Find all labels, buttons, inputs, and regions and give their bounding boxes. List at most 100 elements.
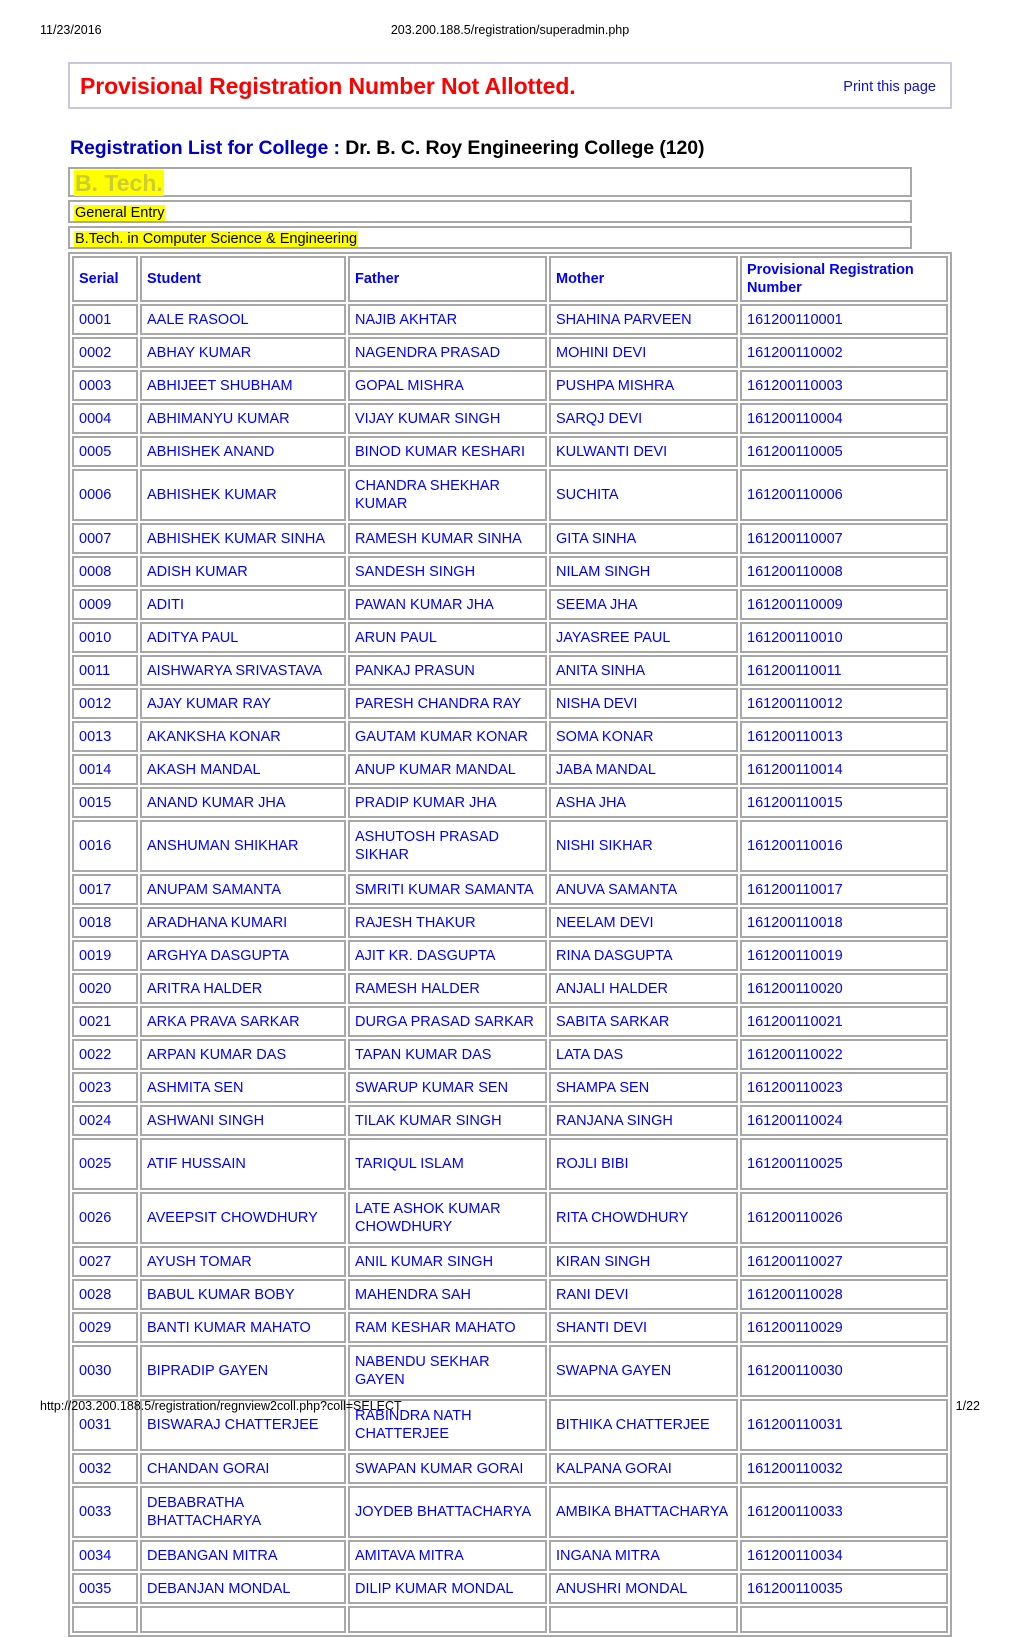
cell-prn: 161200110002 bbox=[740, 337, 948, 368]
cell-mother: SUCHITA bbox=[549, 469, 738, 521]
cell-father: PAWAN KUMAR JHA bbox=[348, 589, 547, 620]
cell-serial: 0024 bbox=[72, 1105, 138, 1136]
cell-father: RAMESH HALDER bbox=[348, 973, 547, 1004]
cell-father: GOPAL MISHRA bbox=[348, 370, 547, 401]
cell-father: BINOD KUMAR KESHARI bbox=[348, 436, 547, 467]
cell-prn: 161200110033 bbox=[740, 1486, 948, 1538]
cell-father: RAJESH THAKUR bbox=[348, 907, 547, 938]
cell-father: SMRITI KUMAR SAMANTA bbox=[348, 874, 547, 905]
cell-partial bbox=[72, 1606, 138, 1633]
table-row: 0014 AKASH MANDAL ANUP KUMAR MANDAL JABA MA… bbox=[72, 754, 948, 785]
cell-student: ARADHANA KUMARI bbox=[140, 907, 346, 938]
cell-prn: 161200110034 bbox=[740, 1540, 948, 1571]
cell-student: BANTI KUMAR MAHATO bbox=[140, 1312, 346, 1343]
cell-mother: JABA MANDAL bbox=[549, 754, 738, 785]
table-row-partial bbox=[72, 1606, 948, 1633]
cell-student: ADISH KUMAR bbox=[140, 556, 346, 587]
cell-serial: 0023 bbox=[72, 1072, 138, 1103]
cell-student: ARGHYA DASGUPTA bbox=[140, 940, 346, 971]
table-row: 0021 ARKA PRAVA SARKAR DURGA PRASAD SARKAR… bbox=[72, 1006, 948, 1037]
cell-serial: 0010 bbox=[72, 622, 138, 653]
table-row: 0003 ABHIJEET SHUBHAM GOPAL MISHRA PUSHPA M… bbox=[72, 370, 948, 401]
cell-father: CHANDRA SHEKHAR KUMAR bbox=[348, 469, 547, 521]
print-this-page-link[interactable]: Print this page bbox=[843, 79, 936, 95]
cell-serial: 0016 bbox=[72, 820, 138, 872]
cell-prn: 161200110022 bbox=[740, 1039, 948, 1070]
table-row: 0027 AYUSH TOMAR ANIL KUMAR SINGH KIRAN SIN… bbox=[72, 1246, 948, 1277]
cell-father: GAUTAM KUMAR KONAR bbox=[348, 721, 547, 752]
table-row: 0006 ABHISHEK KUMAR CHANDRA SHEKHAR KUMAR S… bbox=[72, 469, 948, 521]
cell-prn: 161200110024 bbox=[740, 1105, 948, 1136]
cell-serial: 0029 bbox=[72, 1312, 138, 1343]
cell-student: ASHMITA SEN bbox=[140, 1072, 346, 1103]
cell-mother: KIRAN SINGH bbox=[549, 1246, 738, 1277]
cell-student: AYUSH TOMAR bbox=[140, 1246, 346, 1277]
table-row: 0034 DEBANGAN MITRA AMITAVA MITRA INGANA MI… bbox=[72, 1540, 948, 1571]
cell-prn: 161200110035 bbox=[740, 1573, 948, 1604]
cell-student: ATIF HUSSAIN bbox=[140, 1138, 346, 1190]
cell-serial: 0020 bbox=[72, 973, 138, 1004]
cell-serial: 0009 bbox=[72, 589, 138, 620]
cell-student: AISHWARYA SRIVASTAVA bbox=[140, 655, 346, 686]
cell-mother: ANUSHRI MONDAL bbox=[549, 1573, 738, 1604]
cell-mother: NILAM SINGH bbox=[549, 556, 738, 587]
cell-student: AVEEPSIT CHOWDHURY bbox=[140, 1192, 346, 1244]
cell-serial: 0035 bbox=[72, 1573, 138, 1604]
cell-serial: 0032 bbox=[72, 1453, 138, 1484]
cell-prn: 161200110023 bbox=[740, 1072, 948, 1103]
cell-serial: 0011 bbox=[72, 655, 138, 686]
cell-mother: LATA DAS bbox=[549, 1039, 738, 1070]
cell-student: ABHIJEET SHUBHAM bbox=[140, 370, 346, 401]
cell-serial: 0022 bbox=[72, 1039, 138, 1070]
cell-serial: 0002 bbox=[72, 337, 138, 368]
cell-serial: 0012 bbox=[72, 688, 138, 719]
cell-serial: 0019 bbox=[72, 940, 138, 971]
cell-father: NABENDU SEKHAR GAYEN bbox=[348, 1345, 547, 1397]
degree-row: B. Tech. bbox=[68, 167, 912, 197]
cell-mother: ANUVA SAMANTA bbox=[549, 874, 738, 905]
cell-mother: ROJLI BIBI bbox=[549, 1138, 738, 1190]
cell-father: TILAK KUMAR SINGH bbox=[348, 1105, 547, 1136]
cell-prn: 161200110001 bbox=[740, 304, 948, 335]
cell-serial: 0018 bbox=[72, 907, 138, 938]
cell-mother: ANJALI HALDER bbox=[549, 973, 738, 1004]
cell-prn: 161200110005 bbox=[740, 436, 948, 467]
cell-prn: 161200110017 bbox=[740, 874, 948, 905]
cell-student: DEBABRATHA BHATTACHARYA bbox=[140, 1486, 346, 1538]
print-header: 11/23/2016 203.200.188.5/registration/su… bbox=[40, 22, 980, 38]
cell-serial: 0028 bbox=[72, 1279, 138, 1310]
cell-father: SANDESH SINGH bbox=[348, 556, 547, 587]
cell-serial: 0007 bbox=[72, 523, 138, 554]
cell-father: PRADIP KUMAR JHA bbox=[348, 787, 547, 818]
table-row: 0024 ASHWANI SINGH TILAK KUMAR SINGH RANJAN… bbox=[72, 1105, 948, 1136]
cell-student: AKASH MANDAL bbox=[140, 754, 346, 785]
cell-student: ARPAN KUMAR DAS bbox=[140, 1039, 346, 1070]
cell-serial: 0034 bbox=[72, 1540, 138, 1571]
table-row: 0020 ARITRA HALDER RAMESH HALDER ANJALI HAL… bbox=[72, 973, 948, 1004]
cell-mother: KALPANA GORAI bbox=[549, 1453, 738, 1484]
cell-student: ARKA PRAVA SARKAR bbox=[140, 1006, 346, 1037]
table-row: 0008 ADISH KUMAR SANDESH SINGH NILAM SINGH 1… bbox=[72, 556, 948, 587]
cell-mother: ASHA JHA bbox=[549, 787, 738, 818]
cell-serial: 0021 bbox=[72, 1006, 138, 1037]
cell-mother: RITA CHOWDHURY bbox=[549, 1192, 738, 1244]
cell-father: TARIQUL ISLAM bbox=[348, 1138, 547, 1190]
cell-prn: 161200110011 bbox=[740, 655, 948, 686]
table-row: 0011 AISHWARYA SRIVASTAVA PANKAJ PRASUN ANI… bbox=[72, 655, 948, 686]
cell-father: AMITAVA MITRA bbox=[348, 1540, 547, 1571]
cell-father: LATE ASHOK KUMAR CHOWDHURY bbox=[348, 1192, 547, 1244]
cell-mother: SHANTI DEVI bbox=[549, 1312, 738, 1343]
cell-student: ADITI bbox=[140, 589, 346, 620]
cell-mother: MOHINI DEVI bbox=[549, 337, 738, 368]
cell-serial: 0025 bbox=[72, 1138, 138, 1190]
cell-father: PANKAJ PRASUN bbox=[348, 655, 547, 686]
cell-student: ADITYA PAUL bbox=[140, 622, 346, 653]
table-body: 0001 AALE RASOOL NAJIB AKHTAR SHAHINA PARVE… bbox=[72, 304, 948, 1633]
cell-prn: 161200110020 bbox=[740, 973, 948, 1004]
cell-mother: NISHI SIKHAR bbox=[549, 820, 738, 872]
cell-student: AJAY KUMAR RAY bbox=[140, 688, 346, 719]
entry-type-label: General Entry bbox=[74, 205, 166, 221]
entry-type-row: General Entry bbox=[68, 200, 912, 223]
cell-serial: 0030 bbox=[72, 1345, 138, 1397]
column-header-father: Father bbox=[348, 256, 547, 302]
